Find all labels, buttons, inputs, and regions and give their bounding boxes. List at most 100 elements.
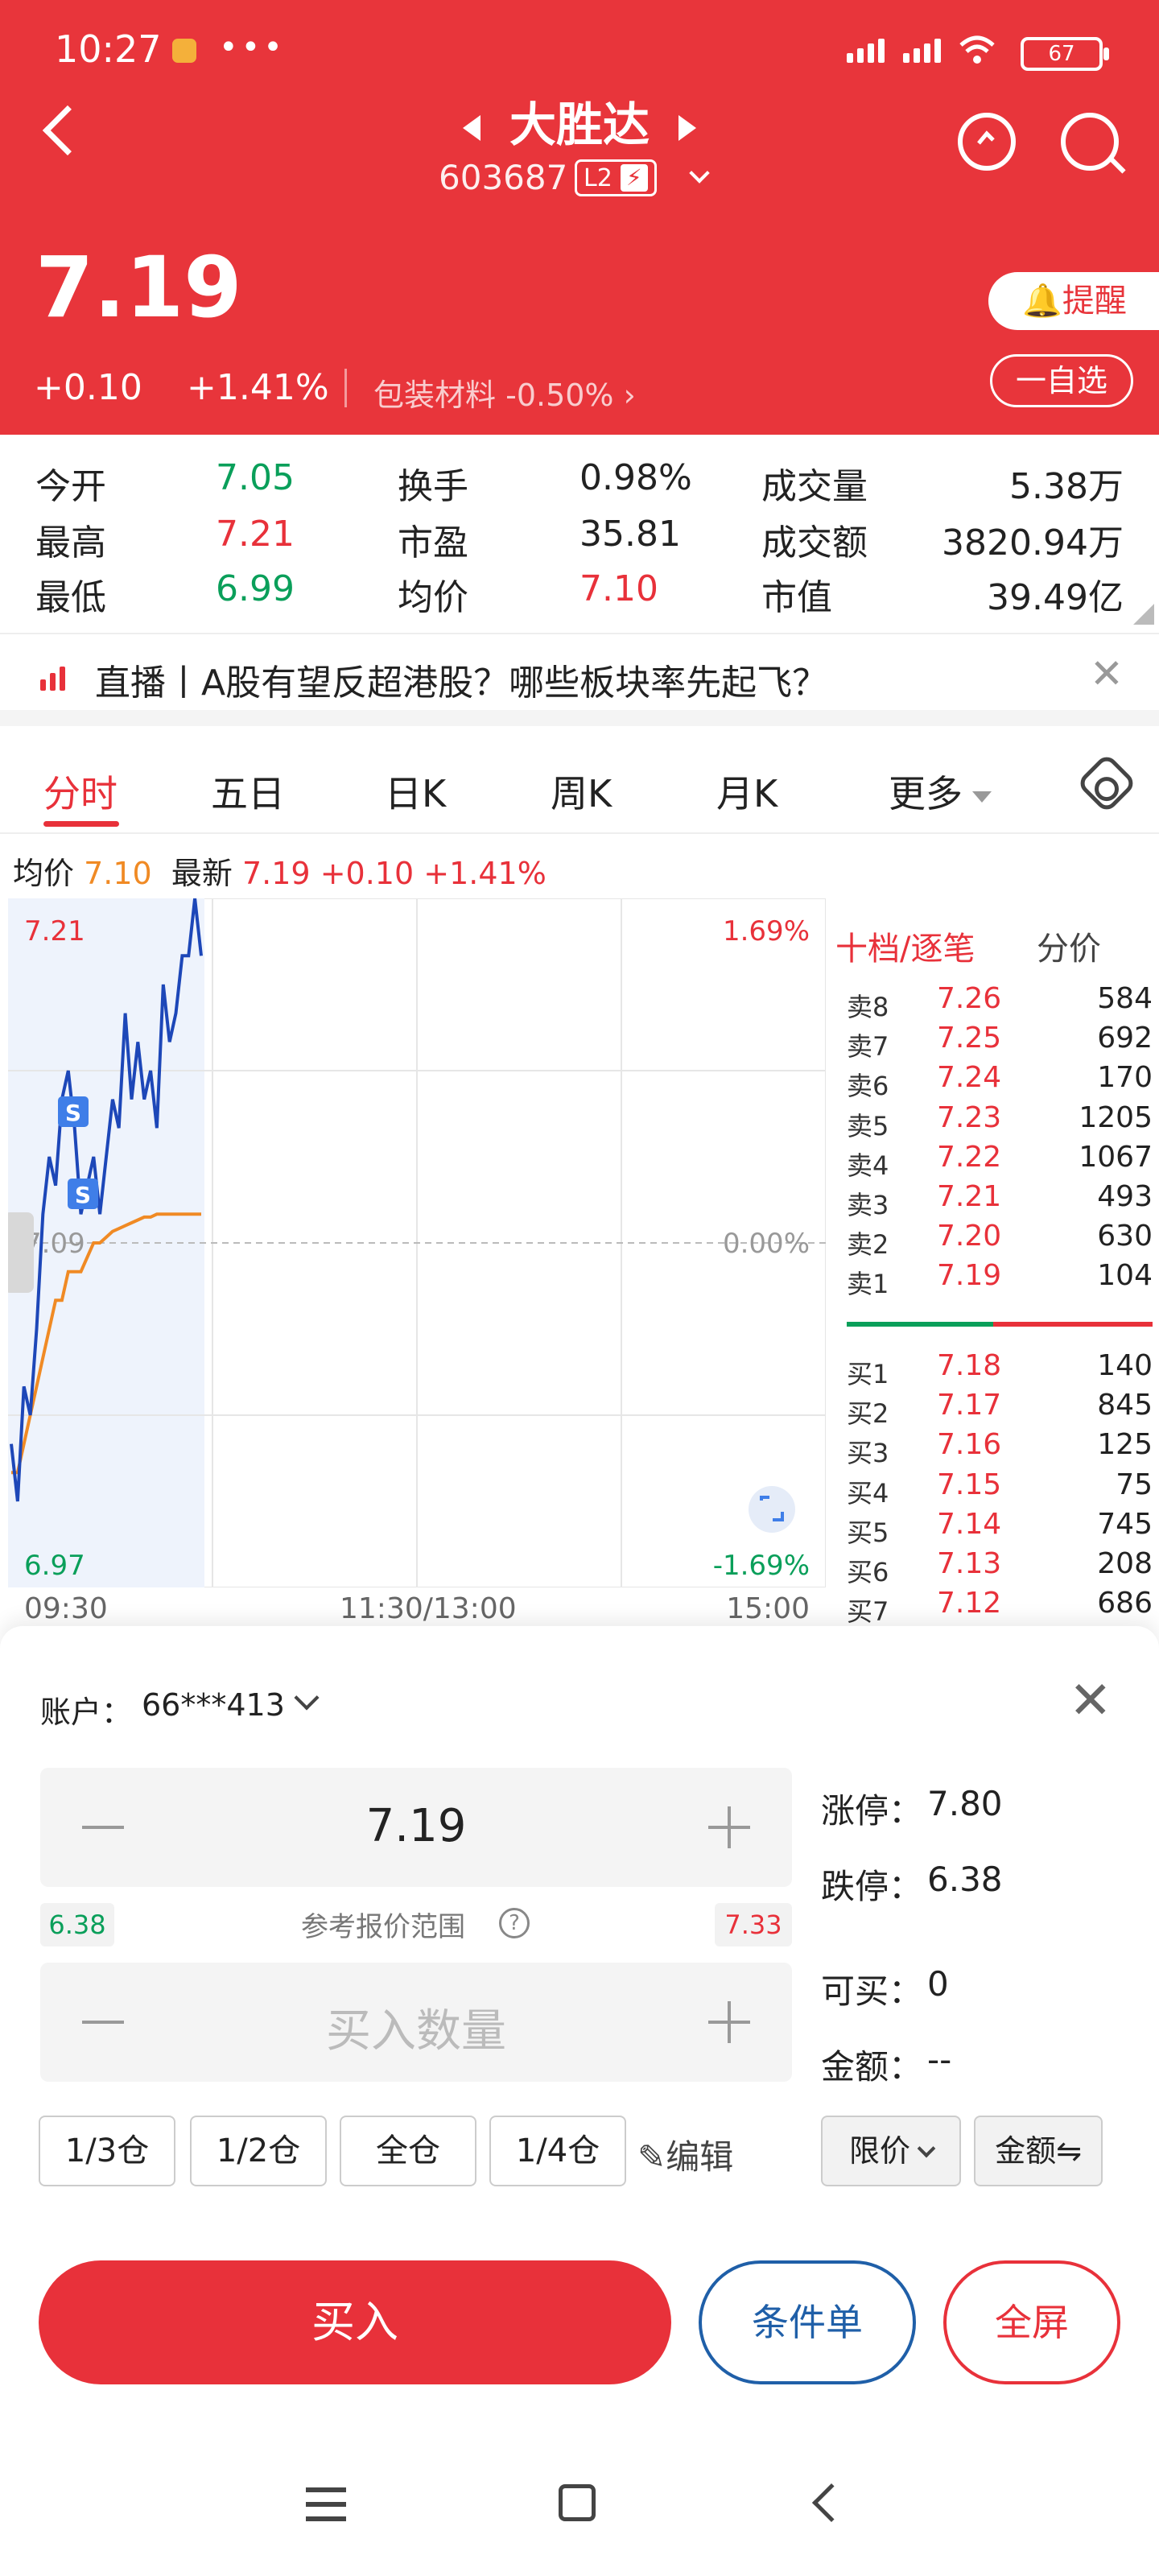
fullscreen-button[interactable]: 全屏 xyxy=(943,2260,1120,2384)
price-value[interactable]: 7.19 xyxy=(40,1800,792,1852)
bid-volume: 686 xyxy=(1097,1587,1153,1620)
side-collapse-handle[interactable] xyxy=(8,1212,34,1293)
ask-volume: 170 xyxy=(1097,1061,1153,1095)
bid-level-3[interactable]: 买3 7.16 125 xyxy=(847,1428,1153,1468)
notification-icon xyxy=(172,39,196,63)
ask-price: 7.25 xyxy=(937,1022,1002,1055)
ask-price: 7.26 xyxy=(937,982,1002,1015)
bid-key: 买7 xyxy=(847,1596,889,1628)
close-icon[interactable]: ✕ xyxy=(1090,650,1124,697)
bid-level-2[interactable]: 买2 7.17 845 xyxy=(847,1389,1153,1429)
tab-five-day[interactable]: 五日 xyxy=(211,765,285,818)
ask-volume: 1205 xyxy=(1079,1100,1153,1134)
ask-price: 7.23 xyxy=(937,1100,1002,1134)
sector-link[interactable]: 包装材料 -0.50% › xyxy=(373,370,636,415)
y-mid-pct: 0.00% xyxy=(723,1228,810,1260)
chart-tabs: 分时 五日 日K 周K 月K 更多 xyxy=(0,742,1159,834)
add-watchlist-button[interactable]: 一自选 xyxy=(990,354,1133,407)
tab-monthly-k[interactable]: 月K xyxy=(716,765,777,818)
price-change-pct: +1.41% xyxy=(187,367,329,408)
amount-toggle-button[interactable]: 金额⇋ xyxy=(974,2116,1103,2186)
back-nav-icon[interactable] xyxy=(811,2483,852,2523)
bid-price: 7.15 xyxy=(937,1468,1002,1501)
position-one-third[interactable]: 1/3仓 xyxy=(39,2116,175,2186)
pe-value: 35.81 xyxy=(580,514,681,555)
bid-key: 买5 xyxy=(847,1517,889,1548)
high-value: 7.21 xyxy=(216,514,295,555)
menu-icon[interactable] xyxy=(306,2502,346,2507)
tab-daily-k[interactable]: 日K xyxy=(385,765,446,818)
order-type-select[interactable]: 限价 xyxy=(821,2116,961,2186)
bid-volume: 845 xyxy=(1097,1389,1153,1422)
l2-badge[interactable]: L2 ⚡ xyxy=(575,159,657,196)
bid-key: 买4 xyxy=(847,1477,889,1509)
tab-intraday[interactable]: 分时 xyxy=(43,765,118,818)
bid-key: 买2 xyxy=(847,1398,889,1430)
bid-volume: 75 xyxy=(1116,1468,1153,1501)
price-input[interactable]: 7.19 xyxy=(40,1768,792,1887)
tab-ten-level[interactable]: 十档/逐笔 xyxy=(835,923,975,969)
tab-price-dist[interactable]: 分价 xyxy=(1037,923,1101,969)
mcap-value: 39.49亿 xyxy=(987,577,1124,618)
current-price: 7.19 xyxy=(35,238,242,336)
low-label: 最低 xyxy=(35,577,106,618)
bid-level-1[interactable]: 买1 7.18 140 xyxy=(847,1349,1153,1389)
system-nav-bar xyxy=(0,2447,1159,2576)
bid-level-7[interactable]: 买7 7.12 686 xyxy=(847,1587,1153,1627)
quantity-input[interactable]: 买入数量 xyxy=(40,1963,792,2082)
ask-level-4[interactable]: 卖5 7.23 1205 xyxy=(847,1101,1153,1141)
edit-positions-button[interactable]: ✎编辑 xyxy=(637,2130,733,2179)
search-icon[interactable] xyxy=(1061,113,1126,174)
fullscreen-chart-icon[interactable] xyxy=(749,1486,795,1533)
remind-button[interactable]: 🔔提醒 xyxy=(988,272,1159,330)
ask-level-3[interactable]: 卖6 7.24 170 xyxy=(847,1061,1153,1101)
position-full[interactable]: 全仓 xyxy=(340,2116,476,2186)
ask-level-7[interactable]: 卖2 7.20 630 xyxy=(847,1220,1153,1260)
pencil-icon: ✎ xyxy=(637,2137,666,2177)
close-sheet-icon[interactable]: ✕ xyxy=(1069,1671,1112,1731)
ask-level-6[interactable]: 卖3 7.21 493 xyxy=(847,1180,1153,1220)
legend-last-label: 最新 xyxy=(171,856,233,891)
quantity-placeholder[interactable]: 买入数量 xyxy=(40,1995,792,2060)
position-one-quarter[interactable]: 1/4仓 xyxy=(489,2116,626,2186)
tab-more[interactable]: 更多 xyxy=(889,765,992,818)
position-one-half[interactable]: 1/2仓 xyxy=(190,2116,327,2186)
refresh-icon[interactable] xyxy=(958,113,1016,171)
account-selector[interactable]: 66***413 xyxy=(142,1687,285,1723)
ask-level-5[interactable]: 卖4 7.22 1067 xyxy=(847,1141,1153,1181)
home-icon[interactable] xyxy=(559,2484,596,2521)
ask-level-1[interactable]: 卖8 7.26 584 xyxy=(847,982,1153,1022)
help-icon[interactable]: ? xyxy=(499,1908,530,1938)
tab-weekly-k[interactable]: 周K xyxy=(551,765,612,818)
ask-key: 卖1 xyxy=(847,1269,889,1300)
legend-last-value: 7.19 xyxy=(242,856,311,891)
order-type-value: 限价 xyxy=(848,2133,910,2169)
ask-key: 卖6 xyxy=(847,1071,889,1102)
bid-level-4[interactable]: 买4 7.15 75 xyxy=(847,1468,1153,1509)
live-banner[interactable]: 直播丨A股有望反超港股？哪些板块率先起飞？ ✕ xyxy=(0,633,1159,726)
bid-price: 7.13 xyxy=(937,1547,1002,1580)
bid-key: 买3 xyxy=(847,1438,889,1469)
ask-level-2[interactable]: 卖7 7.25 692 xyxy=(847,1022,1153,1062)
bid-price: 7.12 xyxy=(937,1587,1002,1620)
prev-stock-button[interactable] xyxy=(462,114,481,141)
bid-volume: 125 xyxy=(1097,1428,1153,1462)
conditional-order-button[interactable]: 条件单 xyxy=(699,2260,916,2384)
buy-button[interactable]: 买入 xyxy=(39,2260,671,2384)
bid-level-5[interactable]: 买5 7.14 745 xyxy=(847,1508,1153,1548)
chevron-down-icon[interactable] xyxy=(689,163,710,184)
live-banner-text[interactable]: 直播丨A股有望反超港股？哪些板块率先起飞？ xyxy=(95,654,827,705)
trade-sheet: 账户： 66***413 ✕ 7.19 涨停： 7.80 跌停： 6.38 6.… xyxy=(0,1626,1159,2576)
tab-more-label: 更多 xyxy=(889,772,963,815)
ask-volume: 630 xyxy=(1097,1220,1153,1253)
chevron-down-icon[interactable] xyxy=(294,1685,320,1711)
intraday-chart[interactable]: 7.21 6.97 7.09 1.69% 0.00% -1.69% S S xyxy=(8,898,826,1587)
ask-price: 7.19 xyxy=(937,1259,1002,1293)
ask-price: 7.24 xyxy=(937,1061,1002,1095)
expand-corner-icon[interactable] xyxy=(1133,604,1154,625)
ask-volume: 1067 xyxy=(1079,1140,1153,1174)
y-bottom-pct: -1.69% xyxy=(713,1550,810,1582)
bid-level-6[interactable]: 买6 7.13 208 xyxy=(847,1547,1153,1587)
ask-level-8[interactable]: 卖1 7.19 104 xyxy=(847,1259,1153,1299)
next-stock-button[interactable] xyxy=(678,114,696,141)
